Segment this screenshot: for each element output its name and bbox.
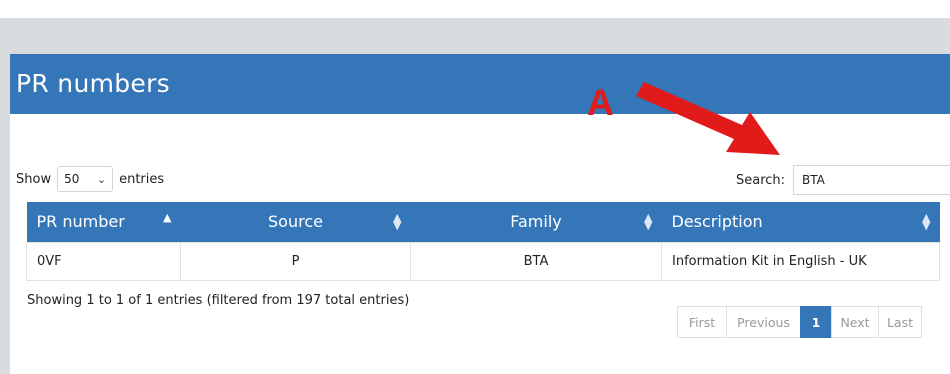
entries-select[interactable]: 50 ⌄ bbox=[57, 166, 114, 192]
last-page-button[interactable]: Last bbox=[878, 306, 922, 338]
sort-icon: ▲ ▼ bbox=[922, 211, 931, 232]
left-strip bbox=[0, 18, 7, 374]
pr-numbers-table: PR number ▲ Source ▲ ▼ Family ▲ ▼ Descript… bbox=[26, 202, 940, 281]
column-header-label: Source bbox=[268, 212, 323, 232]
sort-icon: ▲ ▼ bbox=[393, 211, 402, 232]
search-input[interactable]: BTA bbox=[793, 165, 950, 195]
previous-page-button[interactable]: Previous bbox=[726, 306, 801, 338]
length-control: Show 50 ⌄ entries bbox=[16, 166, 164, 192]
top-bar bbox=[0, 0, 950, 18]
entries-label: entries bbox=[119, 171, 165, 187]
chevron-down-icon: ⌄ bbox=[96, 172, 107, 186]
table-header-row: PR number ▲ Source ▲ ▼ Family ▲ ▼ Descript… bbox=[26, 202, 940, 242]
column-header-pr-number[interactable]: PR number ▲ bbox=[27, 202, 181, 242]
search-label: Search: bbox=[736, 172, 786, 188]
sort-icon: ▲ ▼ bbox=[644, 211, 653, 232]
annotation-arrow-icon bbox=[636, 82, 780, 155]
page-title: PR numbers bbox=[16, 69, 170, 98]
page-1-button[interactable]: 1 bbox=[800, 306, 832, 338]
column-header-label: Description bbox=[671, 212, 763, 232]
entries-select-value: 50 bbox=[64, 172, 80, 186]
sort-ascending-icon: ▲ bbox=[163, 211, 172, 224]
column-header-label: Family bbox=[510, 212, 562, 232]
cell-pr-number: 0VF bbox=[26, 241, 181, 281]
cell-family: BTA bbox=[410, 241, 662, 281]
search-input-value: BTA bbox=[802, 173, 825, 187]
cell-description: Information Kit in English - UK bbox=[661, 241, 940, 281]
cell-source: P bbox=[180, 241, 411, 281]
annotation-letter: A bbox=[587, 82, 614, 123]
table-info: Showing 1 to 1 of 1 entries (filtered fr… bbox=[27, 293, 410, 308]
column-header-description[interactable]: Description ▲ ▼ bbox=[662, 202, 940, 242]
first-page-button[interactable]: First bbox=[677, 306, 727, 338]
show-label: Show bbox=[16, 171, 52, 187]
panel-header: PR numbers bbox=[10, 54, 950, 114]
table-row[interactable]: 0VF P BTA Information Kit in English - U… bbox=[26, 241, 940, 281]
column-header-source[interactable]: Source ▲ ▼ bbox=[181, 202, 411, 242]
pagination: First Previous 1 Next Last bbox=[677, 306, 922, 338]
next-page-button[interactable]: Next bbox=[831, 306, 879, 338]
column-header-family[interactable]: Family ▲ ▼ bbox=[411, 202, 662, 242]
search-control: Search: BTA bbox=[736, 165, 950, 195]
column-header-label: PR number bbox=[36, 212, 125, 232]
